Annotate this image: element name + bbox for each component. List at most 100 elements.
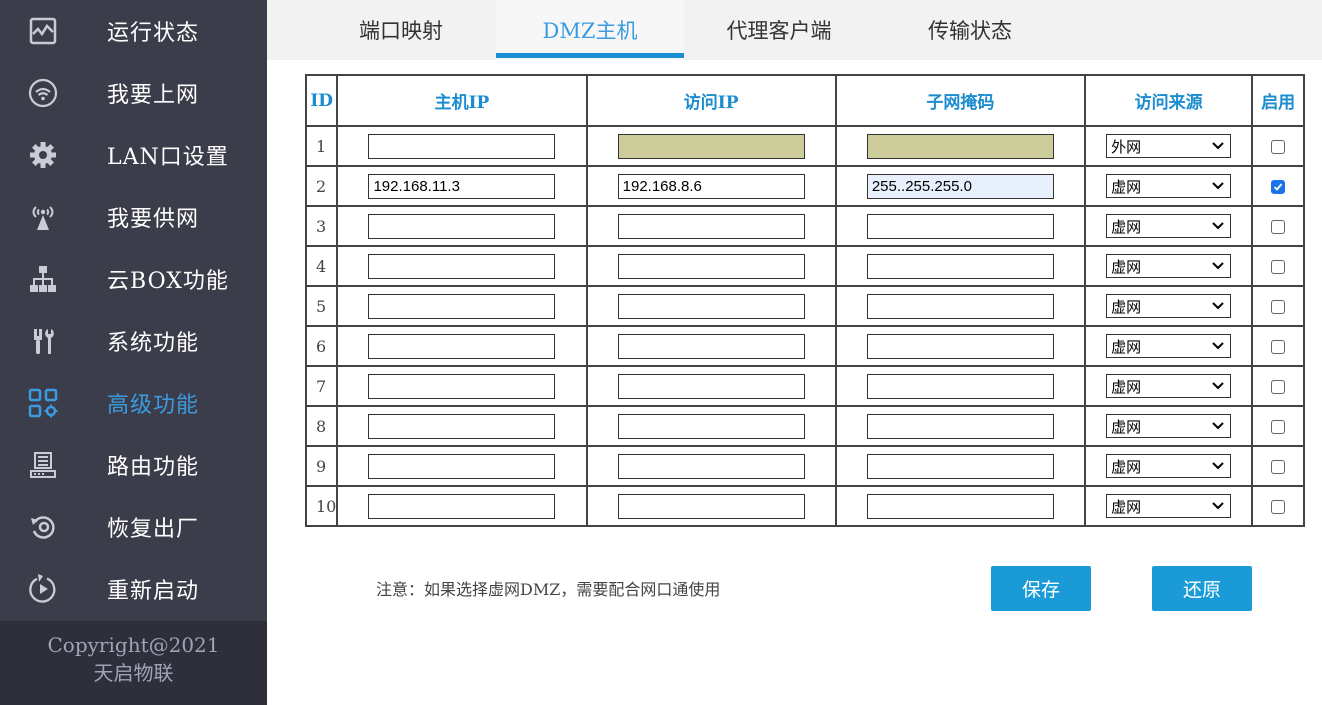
subnet-mask-cell bbox=[834, 405, 1086, 447]
sidebar-item-status[interactable]: 运行状态 bbox=[0, 0, 267, 62]
source-select[interactable]: 虚网 bbox=[1106, 294, 1232, 318]
tab-port-mapping[interactable]: 端口映射 bbox=[327, 0, 475, 60]
restore-button[interactable]: 还原 bbox=[1152, 566, 1252, 611]
chevron-down-icon bbox=[1212, 462, 1224, 470]
enable-cell bbox=[1251, 205, 1305, 247]
enable-checkbox[interactable] bbox=[1271, 500, 1286, 514]
sidebar-item-provide-network[interactable]: 我要供网 bbox=[0, 186, 267, 248]
subnet-mask-input[interactable] bbox=[866, 173, 1054, 199]
subnet-mask-cell bbox=[834, 325, 1086, 367]
source-select[interactable]: 虚网 bbox=[1106, 414, 1232, 438]
enable-checkbox[interactable] bbox=[1271, 340, 1286, 354]
source-cell: 虚网 bbox=[1083, 245, 1254, 287]
subnet-mask-input[interactable] bbox=[866, 333, 1054, 359]
enable-checkbox[interactable] bbox=[1271, 300, 1286, 314]
source-select[interactable]: 虚网 bbox=[1106, 214, 1232, 238]
enable-cell bbox=[1251, 325, 1305, 367]
access-ip-input[interactable] bbox=[617, 373, 805, 399]
subnet-mask-input[interactable] bbox=[866, 413, 1054, 439]
host-ip-cell bbox=[336, 485, 588, 527]
enable-checkbox[interactable] bbox=[1271, 260, 1286, 274]
tab-transfer-status[interactable]: 传输状态 bbox=[895, 0, 1045, 60]
enable-cell bbox=[1251, 245, 1305, 287]
enable-checkbox[interactable] bbox=[1271, 220, 1286, 234]
subnet-mask-input[interactable] bbox=[866, 133, 1054, 159]
save-button[interactable]: 保存 bbox=[991, 566, 1091, 611]
host-ip-input[interactable] bbox=[368, 333, 556, 359]
restart-icon bbox=[27, 573, 59, 605]
source-select[interactable]: 虚网 bbox=[1106, 254, 1232, 278]
tab-dmz-host[interactable]: DMZ主机 bbox=[496, 0, 684, 60]
chevron-down-icon bbox=[1212, 142, 1224, 150]
subnet-mask-input[interactable] bbox=[866, 453, 1054, 479]
sidebar-item-factory-reset[interactable]: 恢复出厂 bbox=[0, 496, 267, 558]
row-id: 4 bbox=[304, 245, 339, 287]
access-ip-cell bbox=[585, 285, 837, 327]
grid-gear-icon bbox=[27, 387, 59, 419]
sidebar-item-lan[interactable]: LAN口设置 bbox=[0, 124, 267, 186]
access-ip-input[interactable] bbox=[617, 493, 805, 519]
host-ip-input[interactable] bbox=[368, 453, 556, 479]
source-select[interactable]: 虚网 bbox=[1106, 374, 1232, 398]
subnet-mask-input[interactable] bbox=[866, 253, 1054, 279]
subnet-mask-input[interactable] bbox=[866, 293, 1054, 319]
table-row: 4 虚网 bbox=[304, 245, 1305, 287]
host-ip-input[interactable] bbox=[368, 493, 556, 519]
host-ip-input[interactable] bbox=[368, 293, 556, 319]
enable-checkbox[interactable] bbox=[1271, 140, 1286, 154]
host-ip-input[interactable] bbox=[368, 133, 556, 159]
host-ip-input[interactable] bbox=[368, 413, 556, 439]
sidebar-item-restart[interactable]: 重新启动 bbox=[0, 558, 267, 620]
chevron-down-icon bbox=[1212, 342, 1224, 350]
sidebar-item-advanced[interactable]: 高级功能 bbox=[0, 372, 267, 434]
enable-checkbox[interactable] bbox=[1271, 380, 1286, 394]
access-ip-input[interactable] bbox=[617, 133, 805, 159]
host-ip-input[interactable] bbox=[368, 213, 556, 239]
host-ip-input[interactable] bbox=[368, 173, 556, 199]
sidebar-item-routing[interactable]: 路由功能 bbox=[0, 434, 267, 496]
row-id: 7 bbox=[304, 365, 339, 407]
sidebar-item-cloud-box[interactable]: 云BOX功能 bbox=[0, 248, 267, 310]
access-ip-input[interactable] bbox=[617, 413, 805, 439]
table-row: 3 虚网 bbox=[304, 205, 1305, 247]
host-ip-cell bbox=[336, 165, 588, 207]
table-row: 8 虚网 bbox=[304, 405, 1305, 447]
router-icon bbox=[27, 449, 59, 481]
source-select-value: 外网 bbox=[1111, 138, 1142, 156]
tab-proxy-client[interactable]: 代理客户端 bbox=[703, 0, 855, 60]
access-ip-input[interactable] bbox=[617, 213, 805, 239]
subnet-mask-input[interactable] bbox=[866, 213, 1054, 239]
sidebar-item-label: LAN口设置 bbox=[107, 145, 229, 170]
access-ip-input[interactable] bbox=[617, 333, 805, 359]
source-select[interactable]: 虚网 bbox=[1106, 494, 1232, 518]
source-select[interactable]: 外网 bbox=[1106, 134, 1232, 158]
enable-cell bbox=[1251, 405, 1305, 447]
table-row: 10 虚网 bbox=[304, 485, 1305, 527]
host-ip-input[interactable] bbox=[368, 253, 556, 279]
access-ip-input[interactable] bbox=[617, 453, 805, 479]
access-ip-cell bbox=[585, 165, 837, 207]
source-select[interactable]: 虚网 bbox=[1106, 454, 1232, 478]
sidebar-item-label: 我要供网 bbox=[107, 207, 200, 232]
source-select[interactable]: 虚网 bbox=[1106, 174, 1232, 198]
enable-checkbox[interactable] bbox=[1271, 180, 1286, 194]
chevron-down-icon bbox=[1212, 262, 1224, 270]
chevron-down-icon bbox=[1212, 382, 1224, 390]
enable-checkbox[interactable] bbox=[1271, 420, 1286, 434]
header-enable: 启用 bbox=[1251, 74, 1305, 127]
enable-checkbox[interactable] bbox=[1271, 460, 1286, 474]
host-ip-input[interactable] bbox=[368, 373, 556, 399]
sidebar-item-label: 系统功能 bbox=[107, 331, 200, 356]
subnet-mask-cell bbox=[834, 165, 1086, 207]
chevron-down-icon bbox=[1212, 302, 1224, 310]
table-row: 2 虚网 bbox=[304, 165, 1305, 207]
subnet-mask-input[interactable] bbox=[866, 493, 1054, 519]
access-ip-input[interactable] bbox=[617, 293, 805, 319]
sidebar-item-system[interactable]: 系统功能 bbox=[0, 310, 267, 372]
gear-icon bbox=[27, 139, 59, 171]
source-select[interactable]: 虚网 bbox=[1106, 334, 1232, 358]
access-ip-input[interactable] bbox=[617, 253, 805, 279]
sidebar-item-internet[interactable]: 我要上网 bbox=[0, 62, 267, 124]
subnet-mask-input[interactable] bbox=[866, 373, 1054, 399]
access-ip-input[interactable] bbox=[617, 173, 805, 199]
